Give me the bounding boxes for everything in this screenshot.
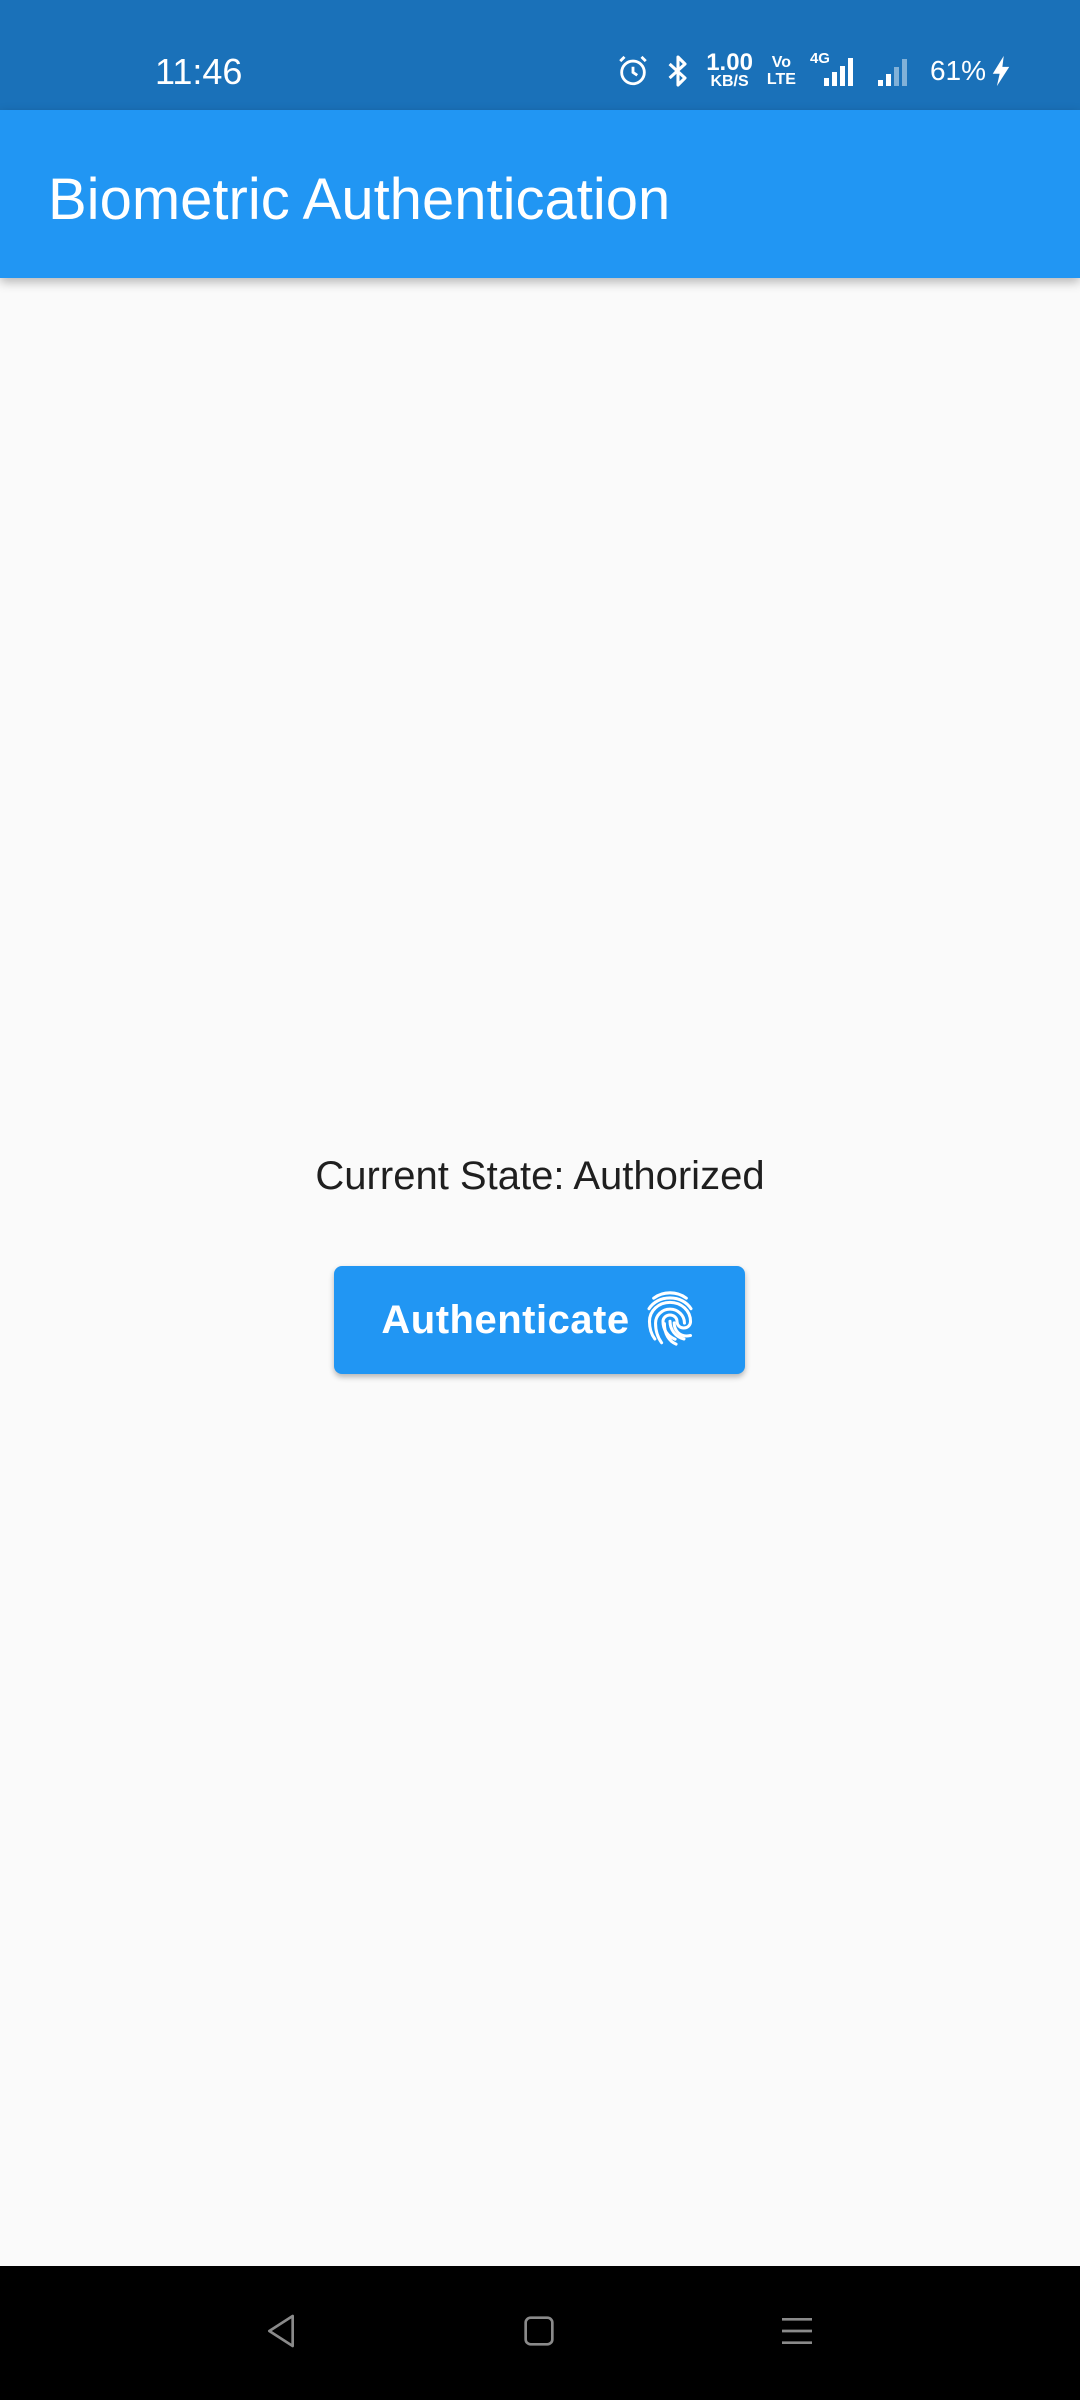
network-speed-unit: KB/S [710, 73, 749, 90]
signal-icon: 4G [810, 50, 862, 88]
volte-top: Vo [771, 54, 792, 71]
network-type: 4G [809, 50, 830, 67]
network-speed: 1.00 KB/S [706, 49, 753, 90]
page-title: Biometric Authentication [48, 167, 671, 232]
home-button[interactable] [506, 2300, 572, 2366]
volte-indicator: Vo LTE [767, 54, 796, 88]
authenticate-button[interactable]: Authenticate [334, 1266, 745, 1374]
menu-icon [777, 2311, 817, 2356]
current-state-text: Current State: Authorized [315, 1154, 765, 1198]
app-bar: Biometric Authentication [0, 110, 1080, 278]
charging-icon [990, 54, 1012, 88]
screen: 11:46 1.00 KB/S Vo LTE 4G 61% Biometric … [0, 0, 1080, 2400]
back-button[interactable] [248, 2300, 314, 2366]
menu-button[interactable] [764, 2300, 830, 2366]
fingerprint-icon [642, 1287, 698, 1354]
status-time: 11:46 [155, 51, 243, 92]
navigation-bar [0, 2266, 1080, 2400]
alarm-icon [616, 54, 650, 88]
volte-bottom: LTE [766, 71, 796, 88]
network-speed-value: 1.00 [706, 49, 753, 76]
status-icons: 1.00 KB/S Vo LTE 4G 61% [616, 45, 1012, 97]
authenticate-button-label: Authenticate [381, 1297, 630, 1342]
status-bar: 11:46 1.00 KB/S Vo LTE 4G 61% [0, 0, 1080, 110]
signal-icon-2 [876, 54, 916, 88]
home-icon [519, 2311, 559, 2356]
battery-level: 61% [929, 55, 986, 86]
bluetooth-icon [664, 54, 692, 88]
back-icon [261, 2311, 301, 2356]
